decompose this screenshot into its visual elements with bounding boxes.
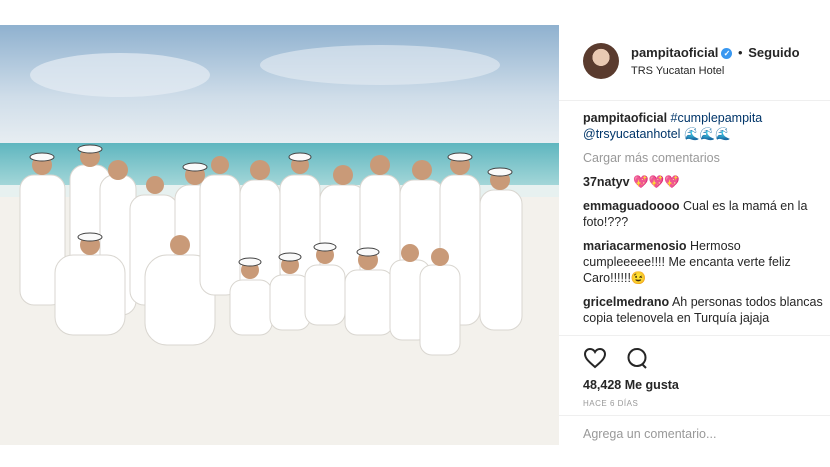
header-user-row: pampitaoficial ✓ • Seguido [631, 45, 800, 60]
comment-username[interactable]: emmaguadoooo [583, 199, 680, 213]
post-timestamp[interactable]: HACE 6 DÍAS [583, 399, 638, 408]
follow-button[interactable]: Seguido [748, 45, 799, 60]
comment-item: gricelmedrano Ah personas todos blancas … [583, 294, 823, 326]
heart-icon [583, 347, 607, 369]
comment-item: 37natyv 💖💖💖 [583, 174, 823, 190]
comment-item: mariacarmenosio Hermoso cumpleeeee!!!! M… [583, 238, 823, 286]
load-more-comments-button[interactable]: Cargar más comentarios [583, 150, 823, 166]
avatar[interactable] [583, 43, 619, 79]
caption-username[interactable]: pampitaoficial [583, 111, 667, 125]
likes-count[interactable]: 48,428 Me gusta [583, 378, 679, 392]
comment-username[interactable]: 37natyv [583, 175, 630, 189]
header-username[interactable]: pampitaoficial [631, 45, 718, 60]
verified-badge-icon: ✓ [721, 48, 733, 59]
caption-mention[interactable]: @trsyucatanhotel [583, 127, 680, 141]
comment-text: 💖💖💖 [633, 175, 680, 189]
comment-username[interactable]: gricelmedrano [583, 295, 669, 309]
like-button[interactable] [583, 347, 607, 374]
post-photo[interactable] [0, 25, 559, 445]
post-actions [583, 347, 663, 371]
actions-divider [559, 335, 830, 336]
caption: pampitaoficial #cumplepampita @trsyucata… [583, 110, 823, 142]
group-beach-photo [0, 25, 559, 445]
add-comment-box [583, 415, 830, 453]
header-separator: • [738, 45, 743, 60]
comment-username[interactable]: mariacarmenosio [583, 239, 687, 253]
add-comment-input[interactable] [583, 427, 813, 441]
post-header: pampitaoficial ✓ • Seguido TRS Yucatan Ho… [559, 25, 830, 100]
comments-list: pampitaoficial #cumplepampita @trsyucata… [583, 110, 823, 334]
location-link[interactable]: TRS Yucatan Hotel [631, 65, 724, 77]
comment-button[interactable] [625, 347, 649, 374]
post-side-panel: pampitaoficial ✓ • Seguido TRS Yucatan Ho… [559, 25, 830, 467]
caption-hashtag[interactable]: #cumplepampita [671, 111, 763, 125]
caption-emoji: 🌊🌊🌊 [683, 127, 731, 141]
header-divider [559, 100, 830, 101]
comment-icon [627, 348, 648, 369]
comment-item: emmaguadoooo Cual es la mamá en la foto!… [583, 198, 823, 230]
